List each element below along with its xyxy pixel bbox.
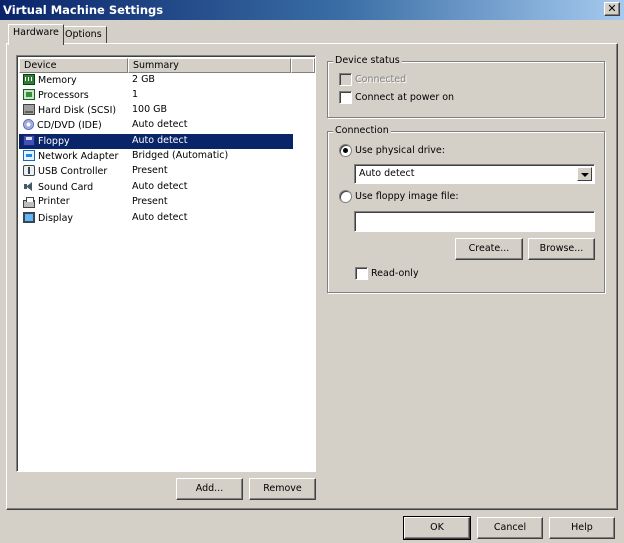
memory-icon bbox=[23, 74, 35, 85]
processor-icon bbox=[23, 89, 35, 100]
use-floppy-image-label: Use floppy image file: bbox=[355, 191, 459, 202]
device-summary: Present bbox=[132, 196, 168, 207]
use-physical-drive-radio[interactable] bbox=[339, 144, 352, 157]
device-list-header: Device Summary bbox=[19, 58, 315, 73]
close-button[interactable]: ✕ bbox=[604, 2, 620, 16]
ok-button[interactable]: OK bbox=[403, 516, 471, 540]
tab-options-label: Options bbox=[65, 29, 102, 40]
device-summary: 100 GB bbox=[132, 104, 168, 115]
device-row-printer[interactable]: Printer Present bbox=[19, 195, 293, 210]
remove-button[interactable]: Remove bbox=[249, 478, 316, 500]
device-name: Network Adapter bbox=[38, 151, 119, 162]
use-physical-drive-label: Use physical drive: bbox=[355, 145, 445, 156]
ok-button-label: OK bbox=[430, 522, 444, 533]
cancel-button[interactable]: Cancel bbox=[477, 517, 543, 539]
help-button-label: Help bbox=[571, 522, 593, 533]
cd-dvd-icon bbox=[23, 119, 34, 130]
column-device-label: Device bbox=[24, 60, 57, 71]
column-summary-label: Summary bbox=[133, 60, 179, 71]
help-button[interactable]: Help bbox=[549, 517, 615, 539]
device-name: USB Controller bbox=[38, 166, 108, 177]
display-icon bbox=[23, 212, 35, 223]
device-summary: Auto detect bbox=[132, 212, 188, 223]
device-list[interactable]: Device Summary Memory 2 GB Processors 1 … bbox=[16, 55, 316, 472]
use-floppy-image-radio[interactable] bbox=[339, 190, 352, 203]
read-only-checkbox[interactable] bbox=[355, 267, 368, 280]
column-header-filler bbox=[291, 58, 315, 73]
device-row-sound-card[interactable]: Sound Card Auto detect bbox=[19, 180, 293, 195]
device-row-network-adapter[interactable]: Network Adapter Bridged (Automatic) bbox=[19, 149, 293, 164]
sound-card-icon bbox=[23, 181, 35, 192]
connection-title: Connection bbox=[333, 125, 391, 136]
usb-icon bbox=[23, 165, 35, 176]
column-header-device[interactable]: Device bbox=[19, 58, 128, 73]
tab-options[interactable]: Options bbox=[60, 26, 107, 43]
device-row-memory[interactable]: Memory 2 GB bbox=[19, 73, 293, 88]
connected-checkbox[interactable] bbox=[339, 73, 352, 86]
create-button-label: Create... bbox=[468, 243, 510, 254]
device-status-group: Device status bbox=[327, 55, 605, 118]
device-name: CD/DVD (IDE) bbox=[37, 120, 102, 131]
browse-button-label: Browse... bbox=[539, 243, 584, 254]
device-summary: Auto detect bbox=[132, 135, 188, 146]
device-row-cd-dvd[interactable]: CD/DVD (IDE) Auto detect bbox=[19, 118, 293, 133]
device-row-hard-disk[interactable]: Hard Disk (SCSI) 100 GB bbox=[19, 103, 293, 118]
device-row-floppy[interactable]: Floppy Auto detect bbox=[19, 134, 293, 149]
floppy-icon bbox=[23, 135, 35, 146]
remove-button-label: Remove bbox=[263, 483, 302, 494]
add-button-label: Add... bbox=[195, 483, 224, 494]
physical-drive-select[interactable]: Auto detect bbox=[354, 164, 595, 184]
connect-at-power-on-label: Connect at power on bbox=[355, 92, 455, 103]
close-icon: ✕ bbox=[607, 2, 617, 15]
device-summary: 2 GB bbox=[132, 74, 155, 85]
device-name: Display bbox=[38, 213, 74, 224]
device-summary: Bridged (Automatic) bbox=[132, 150, 229, 161]
add-button[interactable]: Add... bbox=[176, 478, 243, 500]
cancel-button-label: Cancel bbox=[493, 522, 527, 533]
floppy-image-path-input[interactable] bbox=[354, 211, 595, 232]
device-summary: 1 bbox=[132, 89, 139, 100]
device-name: Printer bbox=[38, 196, 70, 207]
hard-disk-icon bbox=[23, 104, 35, 115]
browse-button[interactable]: Browse... bbox=[528, 238, 595, 260]
tab-hardware[interactable]: Hardware bbox=[8, 24, 64, 45]
device-name: Memory bbox=[38, 75, 77, 86]
device-row-usb-controller[interactable]: USB Controller Present bbox=[19, 164, 293, 179]
tab-hardware-label: Hardware bbox=[13, 27, 59, 38]
column-header-summary[interactable]: Summary bbox=[128, 58, 291, 73]
chevron-down-icon[interactable] bbox=[577, 167, 592, 181]
physical-drive-value: Auto detect bbox=[359, 168, 415, 179]
device-summary: Auto detect bbox=[132, 119, 188, 130]
device-name: Processors bbox=[38, 90, 89, 101]
read-only-label: Read-only bbox=[371, 268, 419, 279]
device-name: Hard Disk (SCSI) bbox=[38, 105, 117, 116]
title-bar: Virtual Machine Settings ✕ bbox=[0, 0, 624, 20]
network-adapter-icon bbox=[23, 150, 35, 161]
device-row-display[interactable]: Display Auto detect bbox=[19, 211, 293, 226]
connect-at-power-on-checkbox[interactable] bbox=[339, 91, 352, 104]
device-name: Floppy bbox=[38, 136, 70, 147]
device-summary: Present bbox=[132, 165, 168, 176]
create-button[interactable]: Create... bbox=[455, 238, 523, 260]
device-status-title: Device status bbox=[333, 55, 402, 66]
device-name: Sound Card bbox=[38, 182, 94, 193]
printer-icon bbox=[23, 197, 35, 208]
connected-label: Connected bbox=[355, 74, 407, 85]
device-row-processors[interactable]: Processors 1 bbox=[19, 88, 293, 103]
window-title: Virtual Machine Settings bbox=[3, 3, 164, 17]
device-summary: Auto detect bbox=[132, 181, 188, 192]
